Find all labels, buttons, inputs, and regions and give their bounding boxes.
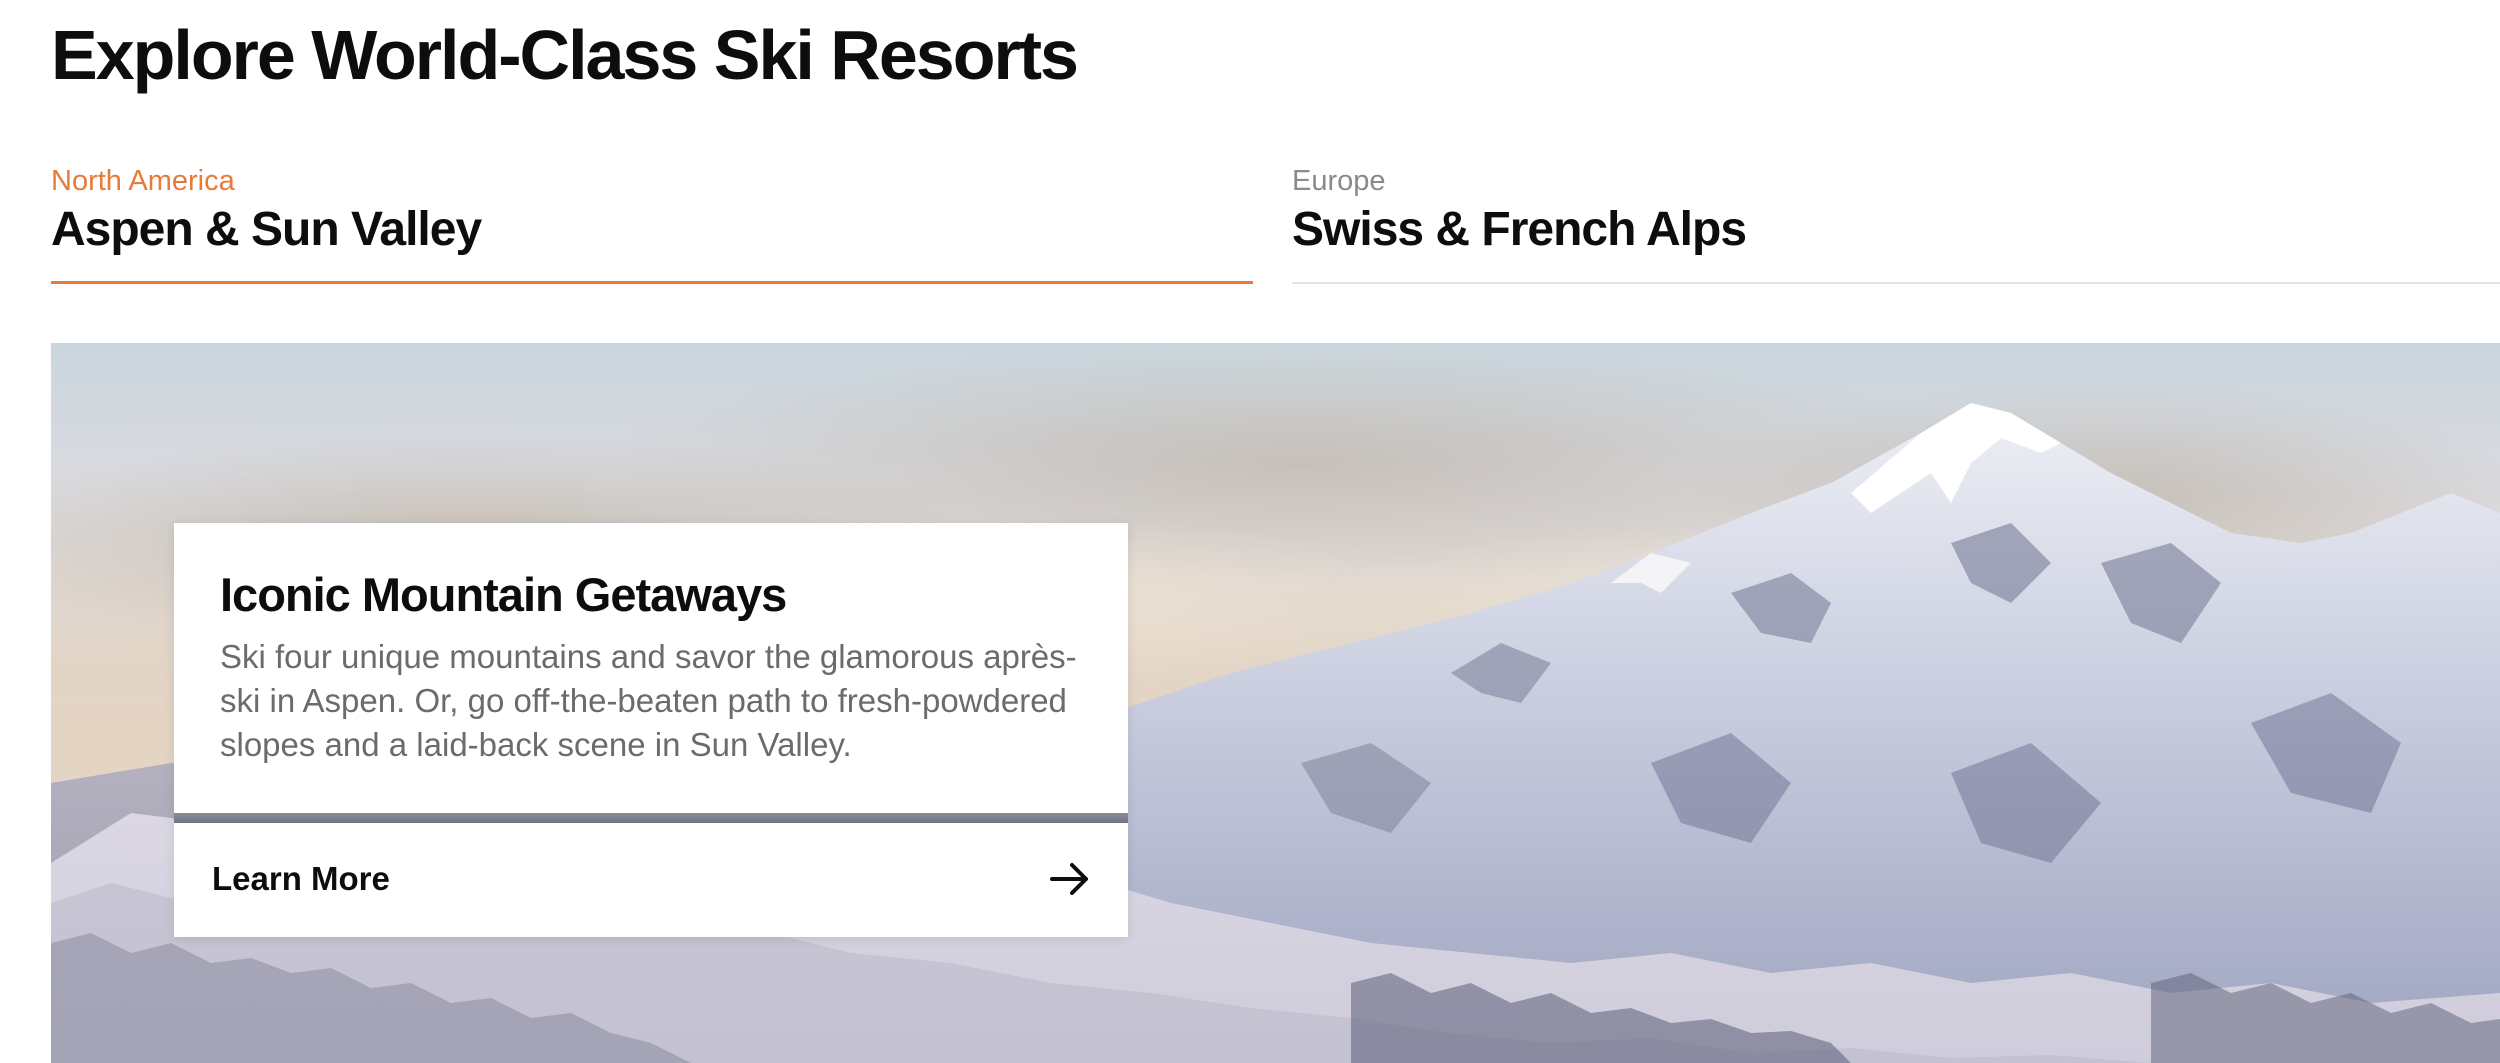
active-tab-indicator — [51, 281, 1253, 284]
tab-divider — [1292, 282, 2500, 284]
learn-more-label: Learn More — [212, 860, 390, 897]
tab-region-label: North America — [51, 165, 235, 197]
learn-more-button[interactable]: Learn More — [174, 823, 1128, 937]
card-description: Ski four unique mountains and savor the … — [220, 638, 1077, 763]
card-divider — [174, 813, 1128, 823]
tab-europe[interactable]: Europe Swiss & French Alps — [1292, 160, 2500, 284]
region-tabs: North America Aspen & Sun Valley Europe … — [51, 160, 2500, 284]
tab-north-america[interactable]: North America Aspen & Sun Valley — [51, 160, 1253, 284]
tab-region-label: Europe — [1292, 165, 1386, 197]
arrow-right-icon — [1050, 863, 1088, 895]
card-title: Iconic Mountain Getaways — [220, 568, 787, 621]
card-body: Iconic Mountain Getaways Ski four unique… — [174, 523, 1128, 813]
destination-card: Iconic Mountain Getaways Ski four unique… — [174, 523, 1128, 937]
page-title: Explore World-Class Ski Resorts — [51, 16, 1079, 94]
tab-resort-name: Aspen & Sun Valley — [51, 203, 482, 256]
tab-resort-name: Swiss & French Alps — [1292, 203, 1747, 256]
